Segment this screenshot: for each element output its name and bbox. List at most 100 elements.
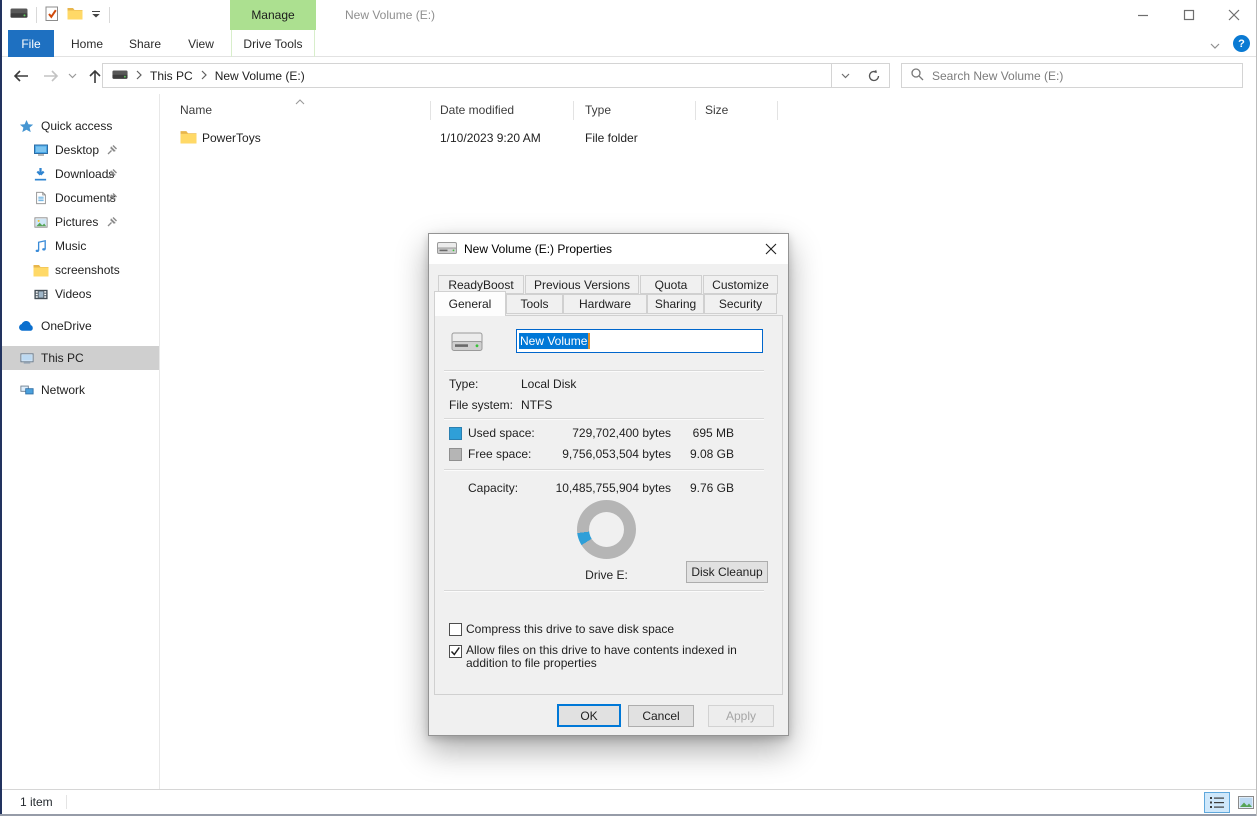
- sidebar-item-music[interactable]: Music: [0, 234, 159, 258]
- sidebar-item-downloads[interactable]: Downloads: [0, 162, 159, 186]
- divider: [444, 418, 764, 420]
- address-bar: This PC New Volume (E:): [0, 57, 1257, 94]
- divider: [444, 590, 764, 592]
- column-header-size[interactable]: Size: [705, 99, 728, 121]
- breadcrumb[interactable]: This PC New Volume (E:): [102, 63, 832, 88]
- breadcrumb-chevron-icon[interactable]: [201, 69, 207, 83]
- column-divider[interactable]: [695, 101, 696, 120]
- sidebar-item-screenshots[interactable]: screenshots: [0, 258, 159, 282]
- disk-cleanup-button[interactable]: Disk Cleanup: [686, 561, 768, 583]
- index-checkbox-label[interactable]: Allow files on this drive to have conten…: [466, 644, 774, 670]
- column-header-name[interactable]: Name: [180, 99, 212, 121]
- filesystem-label: File system:: [449, 398, 513, 412]
- sidebar-item-this-pc[interactable]: This PC: [0, 346, 159, 370]
- sidebar-item-documents[interactable]: Documents: [0, 186, 159, 210]
- refresh-icon[interactable]: [859, 63, 890, 88]
- table-row[interactable]: PowerToys 1/10/2023 9:20 AM File folder: [170, 127, 790, 149]
- breadcrumb-chevron-icon[interactable]: [136, 69, 142, 83]
- title-bar: Manage New Volume (E:): [0, 0, 1257, 30]
- sidebar-item-quick-access[interactable]: Quick access: [0, 114, 159, 138]
- used-space-size: 695 MB: [674, 426, 734, 440]
- toolbar-separator: [109, 7, 110, 23]
- sidebar-item-desktop[interactable]: Desktop: [0, 138, 159, 162]
- drive-icon: [437, 242, 457, 257]
- compress-checkbox-label[interactable]: Compress this drive to save disk space: [466, 622, 766, 636]
- cancel-button[interactable]: Cancel: [628, 705, 694, 727]
- properties-icon[interactable]: [45, 6, 59, 25]
- used-space-bytes: 729,702,400 bytes: [521, 426, 671, 440]
- tab-quota[interactable]: Quota: [640, 275, 702, 294]
- tab-share[interactable]: Share: [118, 30, 172, 57]
- window-border: [0, 0, 2, 816]
- divider: [444, 370, 764, 372]
- chevron-down-icon[interactable]: [1210, 38, 1226, 50]
- window-title: New Volume (E:): [345, 0, 435, 30]
- ribbon-tab-bar: File Home Share View Drive Tools ?: [0, 30, 1257, 57]
- back-icon[interactable]: [8, 63, 34, 88]
- close-icon[interactable]: [754, 234, 788, 264]
- toolbar-separator: [36, 7, 37, 23]
- sort-ascending-icon[interactable]: [295, 94, 305, 108]
- address-dropdown-chevron-icon[interactable]: [832, 63, 860, 88]
- tab-sharing[interactable]: Sharing: [647, 294, 704, 314]
- customize-toolbar-icon[interactable]: [91, 8, 101, 22]
- tab-home[interactable]: Home: [60, 30, 114, 57]
- tab-general[interactable]: General: [434, 291, 506, 316]
- sidebar-item-onedrive[interactable]: OneDrive: [0, 314, 159, 338]
- text-caret: [588, 333, 590, 349]
- search-icon: [910, 67, 924, 84]
- status-divider: [66, 795, 67, 809]
- drive-label: Drive E:: [566, 568, 647, 582]
- type-label: Type:: [449, 377, 478, 391]
- column-header-type[interactable]: Type: [585, 99, 611, 121]
- tab-drive-tools[interactable]: Drive Tools: [231, 30, 315, 57]
- ribbon-contextual-header[interactable]: Manage: [230, 0, 316, 30]
- search-input[interactable]: [932, 69, 1234, 83]
- dialog-title: New Volume (E:) Properties: [464, 242, 612, 256]
- search-bar: [901, 63, 1243, 88]
- tab-view[interactable]: View: [176, 30, 226, 57]
- breadcrumb-item-new-volume[interactable]: New Volume (E:): [215, 69, 305, 83]
- index-checkbox[interactable]: [449, 645, 462, 658]
- details-view-icon[interactable]: [1204, 792, 1230, 813]
- desktop-icon: [32, 142, 49, 158]
- properties-dialog: New Volume (E:) Properties ReadyBoost Pr…: [428, 233, 789, 736]
- thumbnails-view-icon[interactable]: [1233, 792, 1257, 813]
- new-folder-icon[interactable]: [67, 7, 83, 23]
- pin-icon: [106, 216, 118, 231]
- document-icon: [32, 190, 49, 206]
- sidebar-item-videos[interactable]: Videos: [0, 282, 159, 306]
- onedrive-icon: [18, 321, 35, 332]
- folder-icon: [180, 130, 197, 147]
- drive-icon: [112, 69, 128, 83]
- column-divider[interactable]: [573, 101, 574, 120]
- minimize-button[interactable]: [1120, 0, 1166, 30]
- tab-security[interactable]: Security: [704, 294, 777, 314]
- sidebar-item-pictures[interactable]: Pictures: [0, 210, 159, 234]
- drive-icon: [451, 332, 483, 355]
- column-header-date-modified[interactable]: Date modified: [440, 99, 514, 121]
- tab-customize[interactable]: Customize: [703, 275, 778, 294]
- tab-tools[interactable]: Tools: [506, 294, 563, 314]
- tab-hardware[interactable]: Hardware: [563, 294, 647, 314]
- column-divider[interactable]: [430, 101, 431, 120]
- tab-previous-versions[interactable]: Previous Versions: [525, 275, 639, 294]
- compress-checkbox[interactable]: [449, 623, 462, 636]
- breadcrumb-item-this-pc[interactable]: This PC: [150, 69, 193, 83]
- help-icon[interactable]: ?: [1233, 35, 1250, 52]
- videos-icon: [32, 287, 49, 302]
- maximize-button[interactable]: [1166, 0, 1212, 30]
- forward-icon[interactable]: [38, 63, 64, 88]
- volume-label-input[interactable]: New Volume: [516, 329, 763, 353]
- recent-locations-chevron-icon[interactable]: [64, 63, 80, 88]
- tab-file[interactable]: File: [8, 30, 54, 57]
- ok-button[interactable]: OK: [557, 704, 621, 727]
- sidebar-item-network[interactable]: Network: [0, 378, 159, 402]
- column-divider[interactable]: [777, 101, 778, 120]
- navigation-pane: Quick access Desktop Downloads Documents…: [0, 94, 160, 789]
- pictures-icon: [32, 215, 49, 230]
- close-icon[interactable]: [1211, 0, 1257, 30]
- apply-button[interactable]: Apply: [708, 705, 774, 727]
- capacity-size: 9.76 GB: [674, 481, 734, 495]
- free-space-bytes: 9,756,053,504 bytes: [521, 447, 671, 461]
